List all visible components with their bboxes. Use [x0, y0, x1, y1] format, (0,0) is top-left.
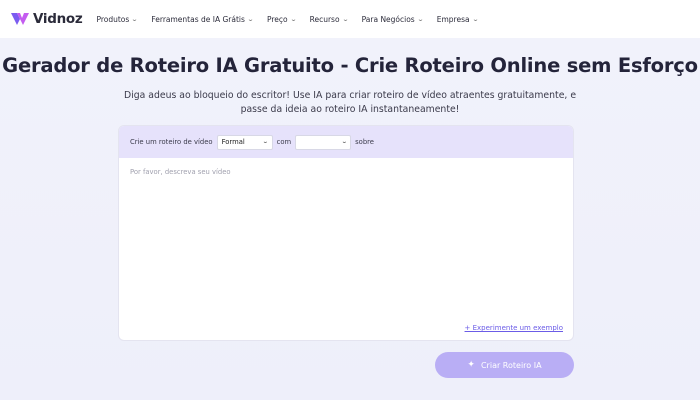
nav-item-ferramentas[interactable]: Ferramentas de IA Grátis ⌄ — [151, 15, 254, 24]
vidnoz-logo-icon — [11, 13, 29, 25]
style-select[interactable]: Formal ⌄ — [216, 134, 273, 150]
sparkle-icon: ✦ — [467, 360, 475, 370]
nav-item-recurso[interactable]: Recurso ⌄ — [310, 15, 349, 24]
nav-item-produtos[interactable]: Produtos ⌄ — [96, 15, 139, 24]
form-options-bar: Crie um roteiro de vídeo Formal ⌄ com ⌄ … — [119, 126, 573, 158]
chevron-down-icon: ⌄ — [416, 15, 424, 23]
create-script-label: Criar Roteiro IA — [480, 360, 542, 370]
language-select[interactable]: ⌄ — [295, 134, 352, 150]
about-label: sobre — [355, 138, 374, 146]
try-example-link[interactable]: + Experimente um exemplo — [465, 324, 563, 332]
top-navbar: Vidnoz Produtos ⌄ Ferramentas de IA Gráti… — [0, 0, 700, 38]
logo-text: Vidnoz — [33, 11, 83, 27]
chevron-down-icon: ⌄ — [341, 15, 349, 23]
nav-item-negocios[interactable]: Para Negócios ⌄ — [362, 15, 424, 24]
chevron-down-icon: ⌄ — [262, 139, 269, 145]
with-label: com — [276, 138, 292, 146]
subtitle-line-2: passe da ideia ao roteiro IA instantanea… — [240, 103, 460, 115]
nav-item-empresa[interactable]: Empresa ⌄ — [437, 15, 479, 24]
nav-item-preco[interactable]: Preço ⌄ — [267, 15, 297, 24]
script-form-card: Crie um roteiro de vídeo Formal ⌄ com ⌄ … — [118, 125, 574, 341]
chevron-down-icon: ⌄ — [289, 15, 297, 23]
prefix-label: Crie um roteiro de vídeo — [130, 138, 213, 146]
style-select-value: Formal — [221, 138, 245, 146]
subtitle-line-1: Diga adeus ao bloqueio do escritor! Use … — [123, 90, 577, 101]
create-script-button[interactable]: ✦ Criar Roteiro IA — [435, 352, 574, 378]
vidnoz-logo[interactable]: Vidnoz — [10, 11, 83, 27]
chevron-down-icon: ⌄ — [131, 15, 139, 23]
page-subtitle: Diga adeus ao bloqueio do escritor! Use … — [110, 89, 590, 116]
page-title: Gerador de Roteiro IA Gratuito - Crie Ro… — [2, 54, 698, 77]
chevron-down-icon: ⌄ — [246, 15, 254, 23]
video-description-textarea[interactable]: Por favor, descreva seu vídeo — [130, 168, 231, 176]
chevron-down-icon: ⌄ — [471, 15, 479, 23]
chevron-down-icon: ⌄ — [340, 139, 348, 145]
